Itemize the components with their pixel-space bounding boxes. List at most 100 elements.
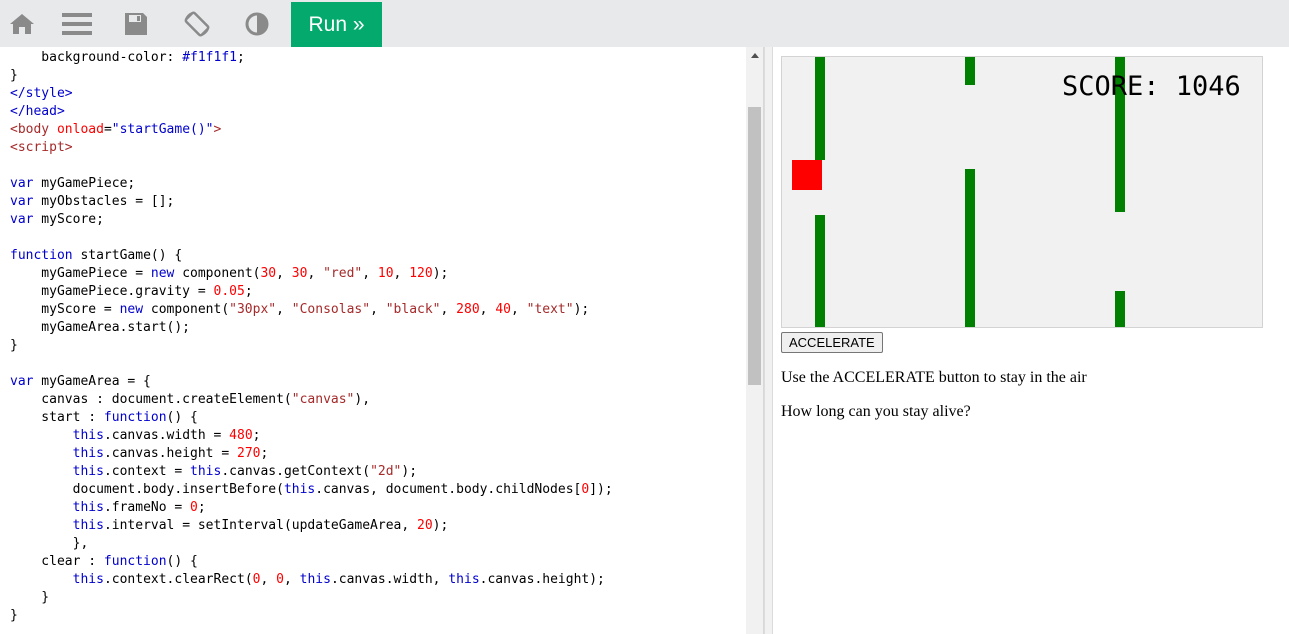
code-line[interactable]: var myScore;: [10, 211, 613, 229]
code-editor[interactable]: background-color: #f1f1f1;} </style> </hea…: [0, 47, 764, 634]
code-token: component(: [174, 266, 261, 281]
code-token: myObstacles = [];: [33, 194, 175, 209]
code-line[interactable]: [10, 229, 613, 247]
code-line[interactable]: myScore = new component("30px", "Consola…: [10, 301, 613, 319]
code-token: this: [72, 428, 104, 443]
code-token: "30px": [229, 302, 277, 317]
code-token: 280: [456, 302, 480, 317]
code-line[interactable]: document.body.insertBefore(this.canvas, …: [10, 481, 613, 499]
code-token: this: [72, 572, 104, 587]
code-token: myGameArea = {: [33, 374, 151, 389]
code-token: );: [401, 464, 418, 479]
code-line[interactable]: this.context.clearRect(0, 0, this.canvas…: [10, 571, 613, 589]
code-line[interactable]: background-color: #f1f1f1;: [10, 49, 613, 67]
code-line[interactable]: }: [10, 607, 613, 625]
code-line[interactable]: }: [10, 337, 613, 355]
code-token: function: [10, 248, 73, 263]
code-token: }: [10, 338, 18, 353]
code-line[interactable]: var myObstacles = [];: [10, 193, 613, 211]
editor-scrollbar[interactable]: [746, 47, 763, 634]
code-token: 0: [581, 482, 590, 497]
obstacle-top: [965, 57, 975, 85]
code-line[interactable]: [10, 157, 613, 175]
code-token: var: [10, 374, 34, 389]
code-token: myGamePiece.gravity =: [10, 284, 214, 299]
code-token: .context =: [103, 464, 191, 479]
code-token: () {: [166, 554, 198, 569]
game-piece: [792, 160, 822, 190]
code-line[interactable]: this.context = this.canvas.getContext("2…: [10, 463, 613, 481]
menu-icon: [62, 12, 92, 35]
code-line[interactable]: [10, 355, 613, 373]
obstacle-bottom: [1115, 291, 1125, 327]
code-token: ;: [236, 50, 245, 65]
run-button[interactable]: Run »: [291, 2, 382, 47]
code-token: this: [72, 446, 104, 461]
code-line[interactable]: this.interval = setInterval(updateGameAr…: [10, 517, 613, 535]
code-line[interactable]: this.canvas.height = 270;: [10, 445, 613, 463]
code-token: );: [432, 266, 449, 281]
rotate-button[interactable]: [175, 0, 219, 47]
pane-resize-handle[interactable]: [764, 47, 773, 634]
code-line[interactable]: <body onload="startGame()">: [10, 121, 613, 139]
code-token: "red": [323, 266, 363, 281]
rotate-icon: [184, 11, 210, 36]
code-line[interactable]: myGameArea.start();: [10, 319, 613, 337]
code-token: }: [10, 590, 50, 605]
code-token: background-color:: [10, 50, 183, 65]
code-token: "2d": [370, 464, 402, 479]
instruction-text: Use the ACCELERATE button to stay in the…: [781, 369, 1087, 386]
code-line[interactable]: myGamePiece.gravity = 0.05;: [10, 283, 613, 301]
code-token: =: [103, 122, 112, 137]
code-token: .canvas.getContext(: [221, 464, 371, 479]
code-line[interactable]: </head>: [10, 103, 613, 121]
code-token: this: [190, 464, 222, 479]
code-token: .frameNo =: [103, 500, 191, 515]
code-token: .canvas.height =: [103, 446, 237, 461]
code-token: ,: [307, 266, 324, 281]
code-token: </style>: [10, 86, 73, 101]
code-line[interactable]: </style>: [10, 85, 613, 103]
code-token: #f1f1f1: [182, 50, 237, 65]
code-token: this: [72, 500, 104, 515]
code-token: );: [573, 302, 590, 317]
code-line[interactable]: }: [10, 67, 613, 85]
accelerate-button[interactable]: ACCELERATE: [781, 332, 883, 353]
home-icon: [10, 13, 34, 34]
code-line[interactable]: <script>: [10, 139, 613, 157]
code-line[interactable]: function startGame() {: [10, 247, 613, 265]
code-line[interactable]: this.frameNo = 0;: [10, 499, 613, 517]
code-token: var: [10, 212, 34, 227]
code-line[interactable]: this.canvas.width = 480;: [10, 427, 613, 445]
code-line[interactable]: },: [10, 535, 613, 553]
code-line[interactable]: canvas : document.createElement("canvas"…: [10, 391, 613, 409]
code-token: 120: [409, 266, 433, 281]
obstacle-bottom: [815, 215, 825, 327]
code-line[interactable]: var myGameArea = {: [10, 373, 613, 391]
code-token: myGamePiece =: [10, 266, 151, 281]
code-token: "startGame()": [111, 122, 214, 137]
code-token: },: [10, 536, 89, 551]
theme-toggle-button[interactable]: [235, 0, 279, 47]
code-line[interactable]: start : function() {: [10, 409, 613, 427]
save-button[interactable]: [114, 0, 158, 47]
scroll-thumb[interactable]: [748, 107, 761, 385]
code-line[interactable]: var myGamePiece;: [10, 175, 613, 193]
home-button[interactable]: [0, 0, 44, 47]
code-line[interactable]: myGamePiece = new component(30, 30, "red…: [10, 265, 613, 283]
menu-button[interactable]: [55, 0, 99, 47]
code-token: onload: [56, 122, 104, 137]
code-token: startGame() {: [72, 248, 183, 263]
code-token: myGamePiece;: [33, 176, 136, 191]
save-icon: [125, 12, 147, 35]
code-line[interactable]: }: [10, 589, 613, 607]
code-text[interactable]: background-color: #f1f1f1;} </style> </hea…: [10, 49, 613, 625]
code-token: document.body.insertBefore(: [10, 482, 284, 497]
code-token: this: [72, 518, 104, 533]
code-token: ,: [510, 302, 527, 317]
scroll-up-arrow-icon[interactable]: [746, 47, 763, 64]
code-line[interactable]: clear : function() {: [10, 553, 613, 571]
